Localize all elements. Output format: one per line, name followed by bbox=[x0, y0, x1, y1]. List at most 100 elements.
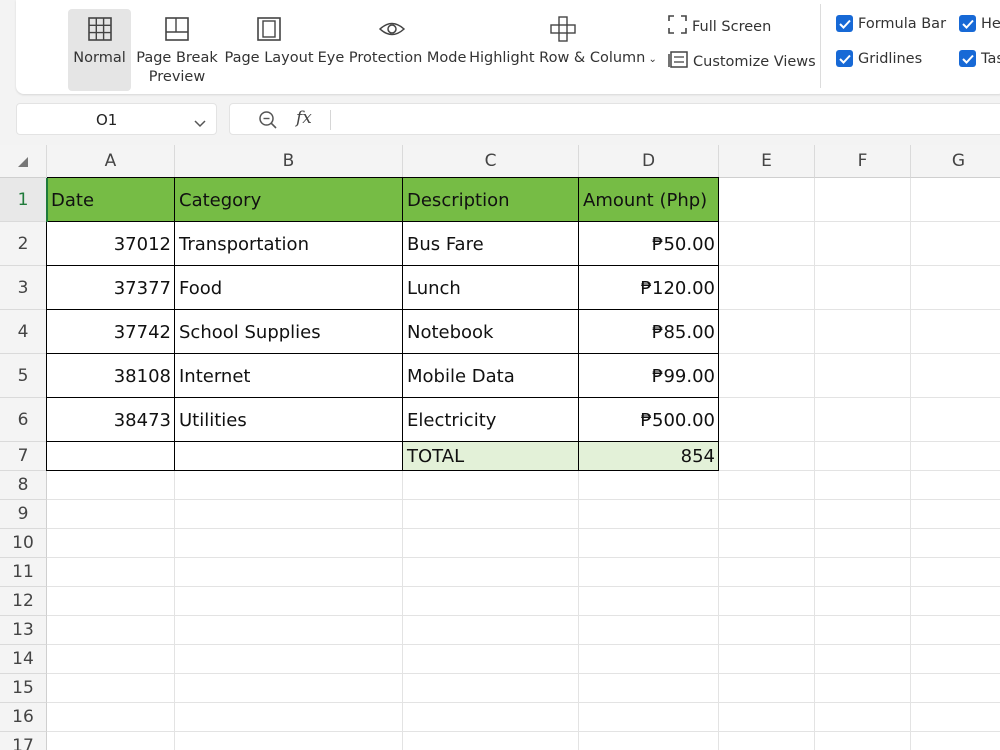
table-border bbox=[47, 265, 719, 266]
row-header-7[interactable]: 7 bbox=[0, 442, 47, 471]
row-header-14[interactable]: 14 bbox=[0, 645, 47, 674]
column-header-c[interactable]: C bbox=[403, 145, 579, 178]
table-cell[interactable]: Transportation bbox=[175, 222, 403, 266]
empty-cell[interactable] bbox=[47, 442, 175, 471]
chevron-down-icon[interactable] bbox=[194, 113, 206, 132]
active-cell-indicator bbox=[46, 178, 48, 222]
row-header-9[interactable]: 9 bbox=[0, 500, 47, 529]
table-cell[interactable]: Mobile Data bbox=[403, 354, 579, 398]
page-layout-button[interactable]: Page Layout bbox=[224, 9, 314, 91]
row-header-16[interactable]: 16 bbox=[0, 703, 47, 732]
row-header-12[interactable]: 12 bbox=[0, 587, 47, 616]
customize-views-label: Customize Views bbox=[693, 53, 816, 70]
headings-label: He bbox=[981, 15, 1000, 32]
gridline bbox=[910, 178, 911, 750]
select-all-corner[interactable] bbox=[0, 145, 47, 178]
taskpane-label: Tas bbox=[981, 50, 1000, 67]
grid-icon bbox=[87, 9, 113, 49]
formula-divider bbox=[330, 110, 331, 130]
column-header-b[interactable]: B bbox=[175, 145, 403, 178]
total-value-cell[interactable]: 854 bbox=[579, 442, 719, 471]
table-header-cell[interactable]: Category bbox=[175, 178, 403, 222]
highlight-row-column-button[interactable]: Highlight Row & Column ⌄ bbox=[469, 9, 657, 91]
table-border bbox=[47, 353, 719, 354]
gridline bbox=[814, 178, 815, 750]
row-header-1[interactable]: 1 bbox=[0, 178, 47, 222]
table-cell[interactable]: ₱85.00 bbox=[579, 310, 719, 354]
table-header-cell[interactable]: Date bbox=[47, 178, 175, 222]
page-break-preview-button[interactable]: Page Break Preview bbox=[136, 9, 218, 91]
page-layout-icon bbox=[256, 9, 282, 49]
table-cell[interactable]: 37742 bbox=[47, 310, 175, 354]
table-cell[interactable]: ₱500.00 bbox=[579, 398, 719, 442]
table-cell[interactable]: ₱99.00 bbox=[579, 354, 719, 398]
formula-bar-checkbox[interactable]: Formula Bar bbox=[836, 15, 946, 32]
table-cell[interactable]: 37377 bbox=[47, 266, 175, 310]
gridline bbox=[47, 673, 1000, 674]
gridline bbox=[47, 615, 1000, 616]
highlight-text: Highlight Row & Column bbox=[469, 50, 646, 66]
table-cell[interactable]: 38473 bbox=[47, 398, 175, 442]
table-cell[interactable]: Electricity bbox=[403, 398, 579, 442]
full-screen-button[interactable]: Full Screen bbox=[668, 15, 771, 38]
crosshair-icon bbox=[549, 9, 577, 49]
row-header-3[interactable]: 3 bbox=[0, 266, 47, 310]
table-cell[interactable]: Notebook bbox=[403, 310, 579, 354]
table-cell[interactable]: Utilities bbox=[175, 398, 403, 442]
eye-protection-label: Eye Protection Mode bbox=[317, 50, 467, 66]
column-header-d[interactable]: D bbox=[579, 145, 719, 178]
page-break-preview-label: Page Break Preview bbox=[136, 50, 218, 85]
total-label-cell[interactable]: TOTAL bbox=[403, 442, 579, 471]
column-header-g[interactable]: G bbox=[911, 145, 1000, 178]
table-cell[interactable]: 37012 bbox=[47, 222, 175, 266]
row-header-6[interactable]: 6 bbox=[0, 398, 47, 442]
custom-views-icon bbox=[668, 50, 688, 73]
taskpane-checkbox[interactable]: Tas bbox=[959, 50, 1000, 67]
full-screen-label: Full Screen bbox=[692, 18, 772, 35]
table-cell[interactable]: Food bbox=[175, 266, 403, 310]
table-cell[interactable]: Internet bbox=[175, 354, 403, 398]
row-header-17[interactable]: 17 bbox=[0, 732, 47, 750]
table-cell[interactable]: School Supplies bbox=[175, 310, 403, 354]
gridline bbox=[47, 557, 1000, 558]
customize-views-button[interactable]: Customize Views bbox=[668, 50, 816, 73]
normal-view-label: Normal bbox=[73, 50, 126, 66]
table-cell[interactable]: ₱50.00 bbox=[579, 222, 719, 266]
table-cell[interactable]: 38108 bbox=[47, 354, 175, 398]
page-layout-label: Page Layout bbox=[224, 50, 314, 66]
headings-checkbox[interactable]: He bbox=[959, 15, 1000, 32]
column-header-e[interactable]: E bbox=[719, 145, 815, 178]
row-header-15[interactable]: 15 bbox=[0, 674, 47, 703]
row-header-8[interactable]: 8 bbox=[0, 471, 47, 500]
row-header-13[interactable]: 13 bbox=[0, 616, 47, 645]
spreadsheet-grid[interactable]: A B C D E F G 1 2 3 4 5 6 7 8 9 10 11 12 13 14 15 16 17 Date Cate… bbox=[0, 145, 1000, 750]
row-header-11[interactable]: 11 bbox=[0, 558, 47, 587]
formula-bar[interactable]: fx bbox=[229, 103, 1000, 135]
formula-bar-label: Formula Bar bbox=[858, 15, 947, 32]
table-header-cell[interactable]: Amount (Php) bbox=[579, 178, 719, 222]
normal-view-button[interactable]: Normal bbox=[68, 9, 131, 91]
row-header-5[interactable]: 5 bbox=[0, 354, 47, 398]
column-header-a[interactable]: A bbox=[47, 145, 175, 178]
cell-reference: O1 bbox=[96, 111, 118, 129]
table-cell[interactable]: ₱120.00 bbox=[579, 266, 719, 310]
gridline bbox=[47, 702, 1000, 703]
eye-protection-button[interactable]: Eye Protection Mode bbox=[318, 9, 466, 91]
row-header-2[interactable]: 2 bbox=[0, 222, 47, 266]
table-border bbox=[47, 221, 719, 222]
row-header-4[interactable]: 4 bbox=[0, 310, 47, 354]
chevron-down-icon: ⌄ bbox=[645, 54, 657, 65]
insert-function-button[interactable]: fx bbox=[296, 108, 312, 128]
gridline bbox=[47, 731, 1000, 732]
table-header-cell[interactable]: Description bbox=[403, 178, 579, 222]
gridlines-checkbox[interactable]: Gridlines bbox=[836, 50, 922, 67]
checkmark-icon bbox=[959, 15, 976, 32]
column-header-f[interactable]: F bbox=[815, 145, 911, 178]
table-cell[interactable]: Bus Fare bbox=[403, 222, 579, 266]
gridline bbox=[47, 528, 1000, 529]
name-box[interactable]: O1 bbox=[16, 103, 217, 135]
zoom-out-icon[interactable] bbox=[258, 110, 278, 134]
row-header-10[interactable]: 10 bbox=[0, 529, 47, 558]
table-cell[interactable]: Lunch bbox=[403, 266, 579, 310]
empty-cell[interactable] bbox=[175, 442, 403, 471]
